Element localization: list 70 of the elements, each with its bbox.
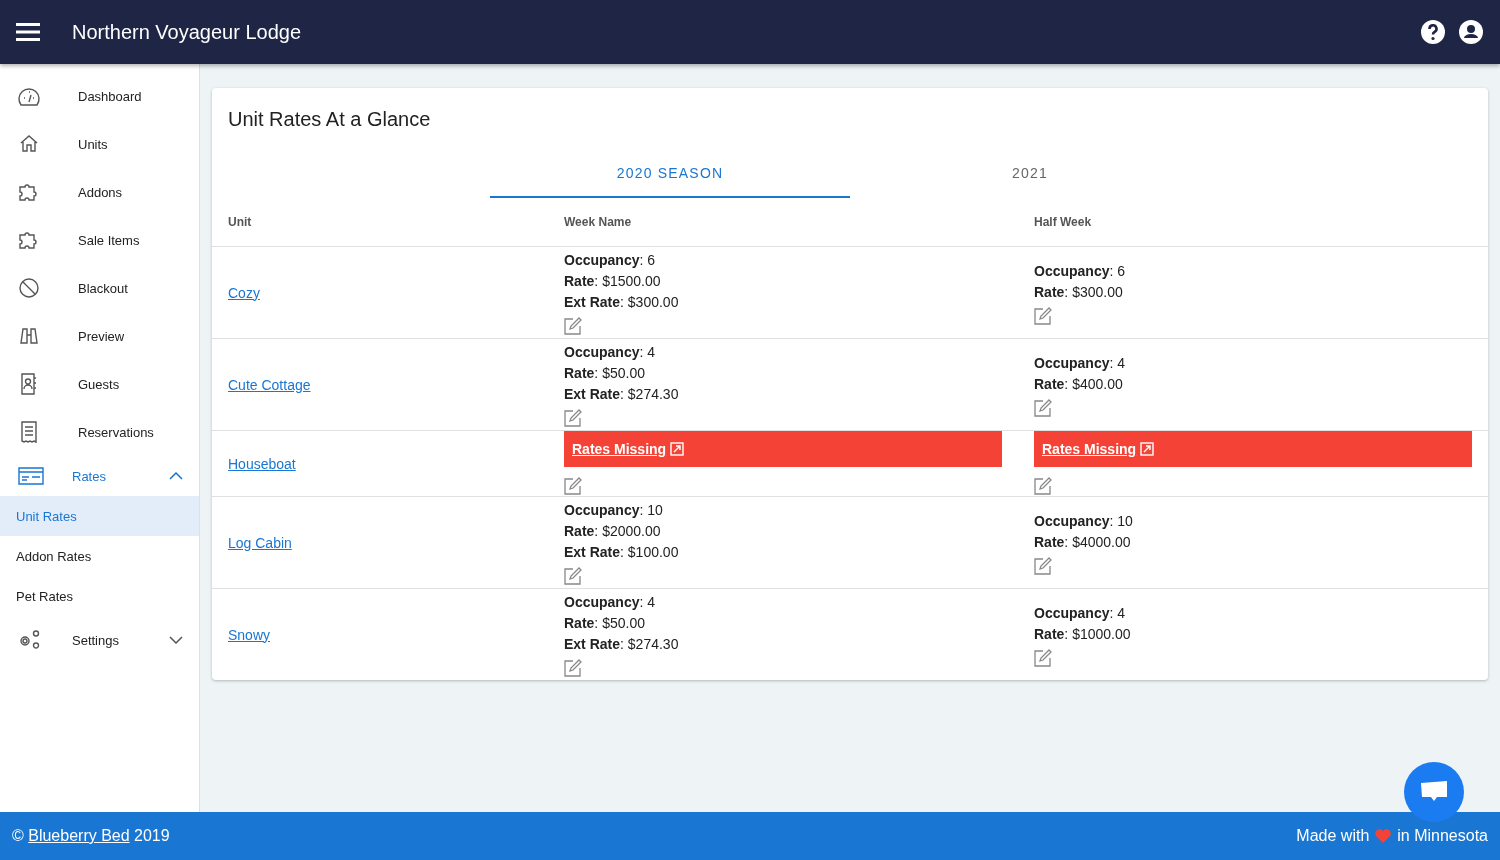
edit-icon[interactable] <box>1034 648 1052 667</box>
chevron-icon <box>169 472 183 480</box>
rate-line: Rate: $400.00 <box>1034 374 1124 394</box>
rate-line: Ext Rate: $100.00 <box>564 543 680 562</box>
sidebar-item[interactable]: Sale Items <box>0 216 199 264</box>
copyright-text: © Blueberry Bed 2019 <box>12 827 170 845</box>
sidebar-subitem[interactable]: Unit Rates <box>0 496 199 536</box>
rate-line: Rate: $50.00 <box>564 364 646 383</box>
sidebar-item[interactable]: Addons <box>0 168 199 216</box>
rate-line: Rate: $4000.00 <box>1034 532 1132 552</box>
external-link-icon[interactable] <box>670 442 685 456</box>
season-tab[interactable]: 2020 SEASON <box>490 150 850 198</box>
column-header: Half Week <box>1033 215 1093 229</box>
external-link-icon[interactable] <box>1140 442 1155 456</box>
rate-line: Rate: $1000.00 <box>1034 624 1132 644</box>
edit-icon[interactable] <box>564 409 582 427</box>
rate-line: Occupancy: 4 <box>564 593 657 612</box>
rate-line: Occupancy: 4 <box>1034 603 1127 623</box>
column-header: Unit <box>227 215 253 229</box>
unit-link[interactable]: Snowy <box>228 626 548 643</box>
rates-missing-link[interactable]: Rates Missing <box>572 441 667 457</box>
sidebar-item[interactable]: Rates <box>0 456 199 496</box>
made-with-text: Made with <box>1296 827 1370 845</box>
edit-icon[interactable] <box>564 477 582 495</box>
edit-icon[interactable] <box>1034 398 1052 417</box>
rate-line: Ext Rate: $274.30 <box>564 635 680 654</box>
rate-line: Rate: $2000.00 <box>564 522 662 541</box>
unit-link[interactable]: Houseboat <box>228 455 548 472</box>
rate-line: Rate: $300.00 <box>1034 282 1124 302</box>
rate-line: Occupancy: 4 <box>564 343 657 362</box>
sidebar-item[interactable]: Guests <box>0 360 199 408</box>
sidebar-subitem[interactable]: Addon Rates <box>0 536 199 576</box>
card-title: Unit Rates At a Glance <box>227 107 432 132</box>
rate-line: Occupancy: 4 <box>1034 353 1127 373</box>
account-icon[interactable] <box>1458 19 1484 45</box>
rate-line: Ext Rate: $300.00 <box>564 293 680 312</box>
app-title: Northern Voyageur Lodge <box>72 20 302 44</box>
edit-icon[interactable] <box>564 317 582 335</box>
menu-icon[interactable] <box>16 22 40 42</box>
rates-missing-link[interactable]: Rates Missing <box>1042 441 1137 457</box>
rate-line: Occupancy: 6 <box>564 251 657 270</box>
chevron-icon <box>169 636 183 644</box>
edit-icon[interactable] <box>1034 556 1052 575</box>
unit-link[interactable]: Cute Cottage <box>228 376 548 393</box>
rate-line: Ext Rate: $274.30 <box>564 385 680 404</box>
sidebar-item[interactable]: Settings <box>0 616 199 664</box>
sidebar-item[interactable]: Blackout <box>0 264 199 312</box>
company-link[interactable]: Blueberry Bed <box>28 827 130 844</box>
edit-icon[interactable] <box>564 659 582 677</box>
help-icon[interactable] <box>1420 19 1446 45</box>
column-header: Week Name <box>563 215 633 229</box>
edit-icon[interactable] <box>1034 306 1052 325</box>
sidebar-item[interactable]: Preview <box>0 312 199 360</box>
made-in-text: in Minnesota <box>1397 827 1488 845</box>
heart-icon <box>1374 828 1393 844</box>
rate-line: Rate: $50.00 <box>564 614 646 633</box>
chat-button[interactable] <box>1404 762 1464 822</box>
sidebar-item[interactable]: Reservations <box>0 408 199 456</box>
rate-line: Occupancy: 10 <box>564 501 664 520</box>
sidebar-subitem[interactable]: Pet Rates <box>0 576 199 616</box>
sidebar-item[interactable]: Units <box>0 120 199 168</box>
unit-link[interactable]: Log Cabin <box>228 534 548 551</box>
edit-icon[interactable] <box>564 567 582 585</box>
sidebar-item[interactable]: Dashboard <box>0 72 199 120</box>
rate-line: Occupancy: 10 <box>1034 511 1134 531</box>
rate-line: Occupancy: 6 <box>1034 261 1127 281</box>
unit-link[interactable]: Cozy <box>228 284 548 301</box>
rate-line: Rate: $1500.00 <box>564 272 662 291</box>
season-tab[interactable]: 2021 <box>850 150 1210 198</box>
edit-icon[interactable] <box>1034 477 1052 495</box>
